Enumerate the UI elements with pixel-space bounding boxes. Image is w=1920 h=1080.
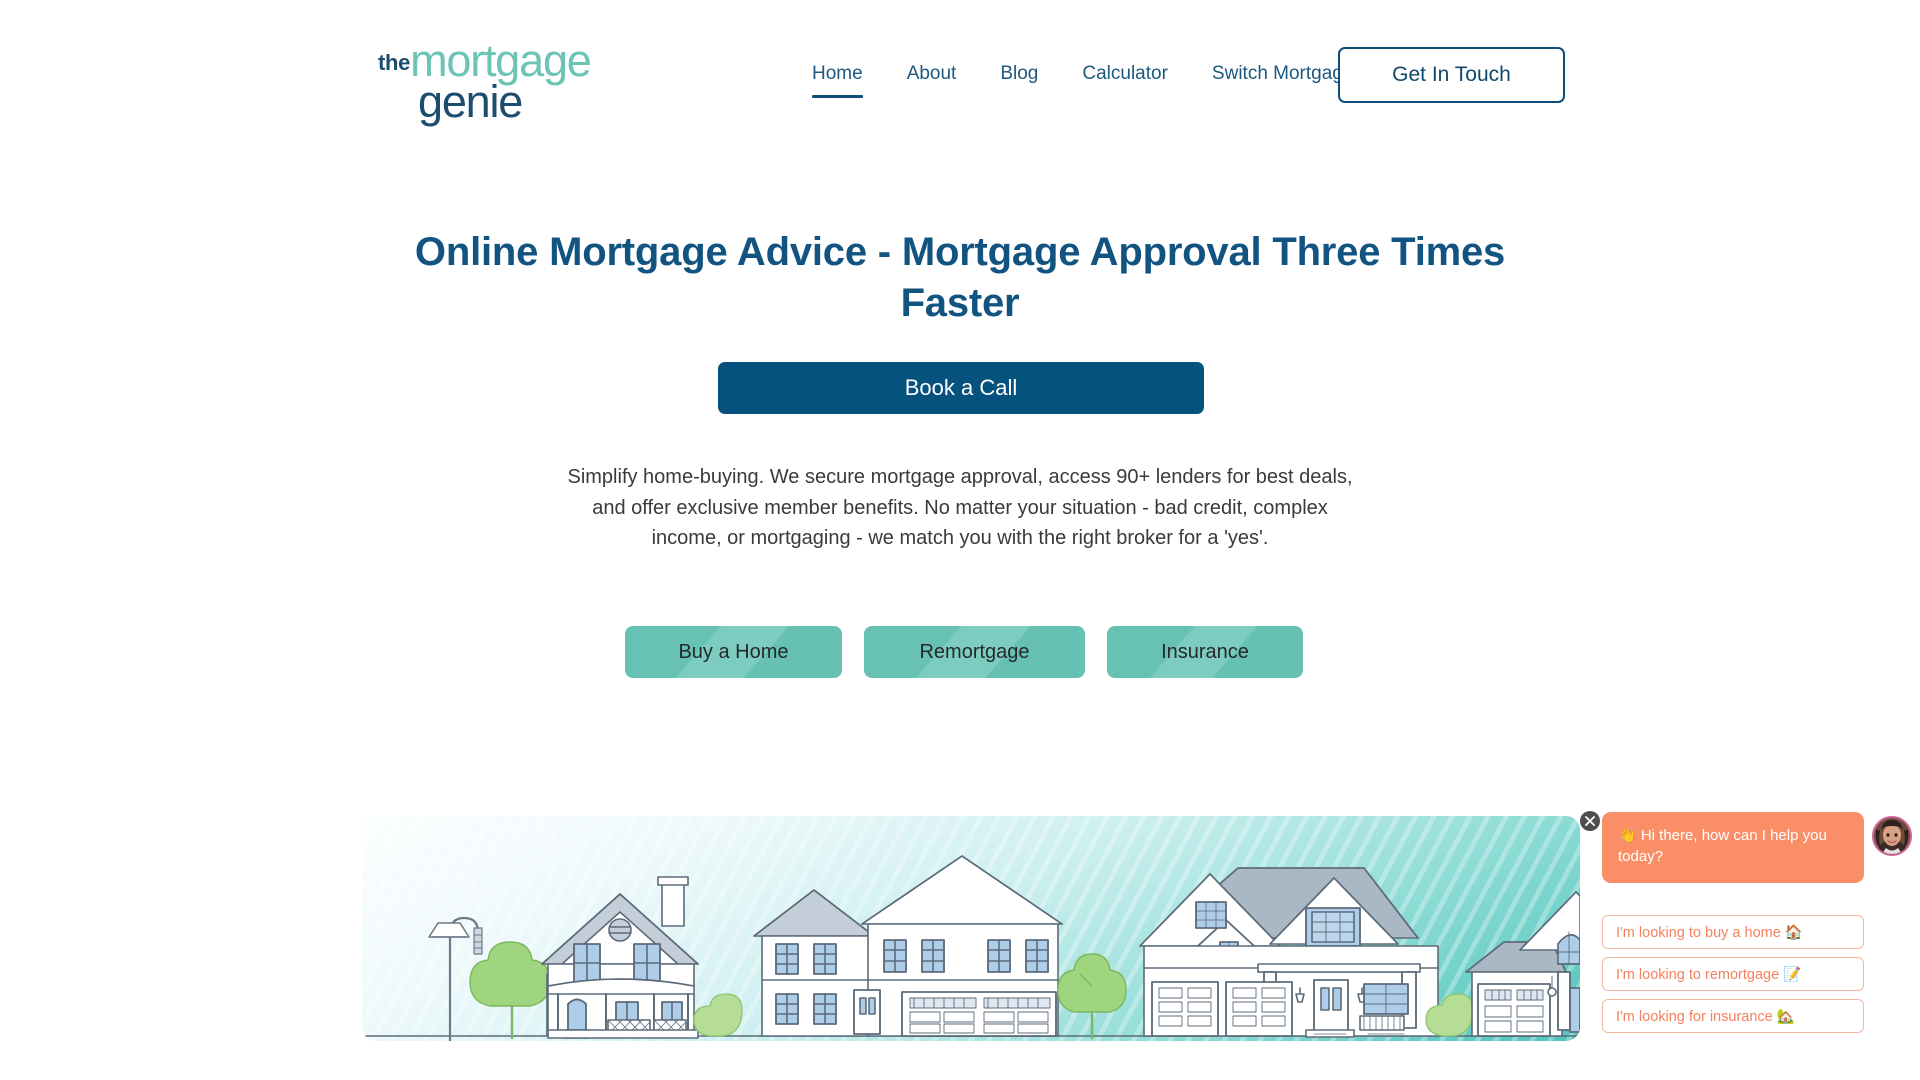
book-a-call-button[interactable]: Book a Call [718, 362, 1204, 414]
page-title: Online Mortgage Advice - Mortgage Approv… [414, 230, 1506, 326]
chat-widget: 👋 Hi there, how can I help you today? I' [1580, 800, 1920, 1050]
avatar [1872, 816, 1912, 856]
houses-illustration [362, 816, 1580, 1041]
main-navigation: Home About Blog Calculator Switch Mortga… [790, 62, 1375, 98]
nav-item-calculator[interactable]: Calculator [1060, 62, 1190, 86]
buy-a-home-button[interactable]: Buy a Home [625, 626, 842, 678]
nav-item-blog[interactable]: Blog [978, 62, 1060, 86]
logo-word-the: the [378, 50, 411, 75]
quick-reply-remortgage[interactable]: I'm looking to remortgage 📝 [1602, 957, 1864, 991]
page-root: themortgage genie Home About Blog Calcul… [0, 0, 1920, 1080]
hero-category-buttons: Buy a Home Remortgage Insurance [625, 626, 1303, 678]
remortgage-button[interactable]: Remortgage [864, 626, 1085, 678]
hero-subtitle: Simplify home-buying. We secure mortgage… [567, 466, 1353, 550]
close-icon[interactable] [1580, 811, 1600, 831]
quick-reply-insurance[interactable]: I'm looking for insurance 🏡 [1602, 999, 1864, 1033]
site-logo[interactable]: themortgage genie [378, 38, 618, 124]
nav-item-home[interactable]: Home [790, 62, 885, 98]
chat-greeting-message: 👋 Hi there, how can I help you today? [1602, 812, 1864, 883]
insurance-button[interactable]: Insurance [1107, 626, 1303, 678]
chat-quick-replies: I'm looking to buy a home 🏠 I'm looking … [1602, 915, 1864, 1033]
site-header: themortgage genie Home About Blog Calcul… [0, 0, 1920, 130]
houses-illustration-art [362, 855, 1580, 1041]
quick-reply-buy-a-home[interactable]: I'm looking to buy a home 🏠 [1602, 915, 1864, 949]
get-in-touch-button[interactable]: Get In Touch [1338, 47, 1565, 103]
nav-item-about[interactable]: About [885, 62, 979, 86]
chat-message-row: 👋 Hi there, how can I help you today? [1602, 812, 1920, 883]
